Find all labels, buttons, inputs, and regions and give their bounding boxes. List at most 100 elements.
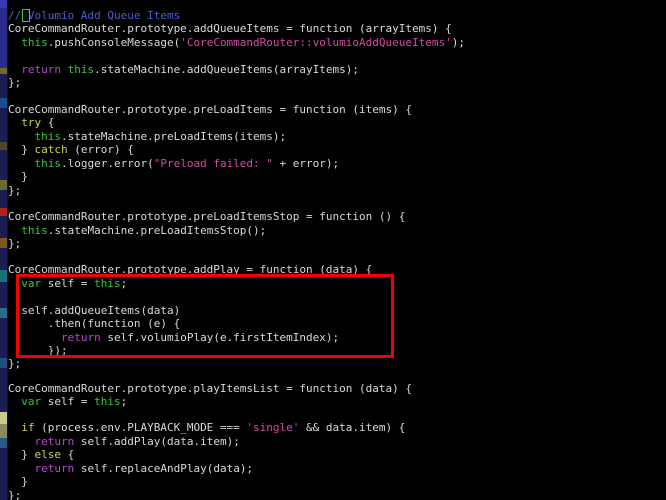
code-line[interactable]: CoreCommandRouter.prototype.addPlay = fu… [8,263,372,276]
code-line[interactable]: this.logger.error("Preload failed: " + e… [8,157,340,170]
code-line[interactable]: } catch (error) { [8,143,134,156]
code-token-keyword: else [34,448,62,461]
code-token-plain: .logger.error( [61,157,154,170]
code-token-this_var: this [21,224,48,237]
code-line[interactable]: }; [8,76,21,89]
code-token-string: 'single' [246,421,300,434]
code-token-this_var: this [34,130,62,143]
code-token-plain: CoreCommandRouter.prototype.addPlay = [8,263,260,276]
code-line[interactable]: CoreCommandRouter.prototype.addQueueItem… [8,22,452,35]
gutter-marker [0,438,7,448]
code-line[interactable]: }; [8,184,21,197]
code-token-keyword: catch [34,143,68,156]
code-token-plain: CoreCommandRouter.prototype.addQueueItem… [8,22,300,35]
code-line[interactable]: }; [8,357,21,370]
code-token-plain: (data) { [352,382,412,395]
code-line[interactable]: if (process.env.PLAYBACK_MODE === 'singl… [8,421,405,434]
code-token-function: function [292,103,346,116]
gutter-marker [0,308,7,318]
code-token-plain: }; [8,76,22,89]
gutter-marker [0,108,7,142]
code-token-plain: (data) { [312,263,373,276]
code-token-plain: } [8,448,35,461]
gutter-marker [0,424,7,438]
code-token-this_var: this [34,157,62,170]
code-line[interactable]: }; [8,237,21,250]
code-line[interactable]: var self = this; [8,395,127,408]
code-token-plain: (items) { [345,103,412,116]
code-token-plain: self.addQueueItems(data) [8,304,181,317]
code-line[interactable]: }); [8,344,68,357]
code-line[interactable]: .then(function (e) { [8,317,180,330]
gutter-marker [0,270,7,282]
code-token-this_var: var [21,395,42,408]
code-token-plain: ); [451,36,465,49]
code-token-plain: } [8,475,28,488]
gutter-marker [0,216,7,238]
code-token-this_var: this [21,36,48,49]
code-token-function: function [87,317,141,330]
code-token-comment: Volumio Add Queue Items [27,9,181,22]
gutter-marker [0,180,7,190]
code-token-comment: // [8,9,28,22]
gutter-marker [0,282,7,308]
code-token-keyword: if [21,421,35,434]
code-line[interactable]: this.pushConsoleMessage('CoreCommandRout… [8,36,465,49]
code-token-plain: }); [8,344,68,357]
gutter-marker [0,368,7,412]
code-token-plain: ; [120,277,128,290]
gutter-marker [0,98,7,108]
code-token-plain: { [41,116,55,129]
code-line[interactable]: CoreCommandRouter.prototype.preLoadItems… [8,103,412,116]
code-line[interactable]: // Volumio Add Queue Items [8,9,180,22]
source-code-area[interactable]: // Volumio Add Queue Items CoreCommandRou… [8,0,666,500]
code-line[interactable]: return this.stateMachine.addQueueItems(a… [8,63,359,76]
code-token-plain: + error); [272,157,340,170]
code-line[interactable]: CoreCommandRouter.prototype.preLoadItems… [8,210,405,223]
code-line[interactable]: return self.replaceAndPlay(data); [8,462,254,475]
code-token-plain: .pushConsoleMessage( [47,36,181,49]
code-token-plain: .stateMachine.addQueueItems(arrayItems); [94,63,360,76]
code-token-string: 'CoreCommandRouter::volumioAddQueueItems… [180,36,452,49]
code-token-plain: (process.env.PLAYBACK_MODE === [34,421,247,434]
code-token-plain: CoreCommandRouter.prototype.preLoadItems… [8,210,320,223]
gutter-marker [0,238,7,248]
code-token-plain: }; [8,489,22,500]
code-token-return: return [34,462,75,475]
gutter-marker [0,412,7,424]
gutter-marker [0,208,7,216]
code-token-plain: CoreCommandRouter.prototype.playItemsLis… [8,382,300,395]
code-token-plain: }; [8,184,22,197]
code-line[interactable]: var self = this; [8,277,127,290]
code-token-plain: .then( [8,317,88,330]
code-line[interactable]: return self.volumioPlay(e.firstItemIndex… [8,331,339,344]
marker-gutter[interactable] [0,0,8,500]
code-token-this_var: this [94,395,121,408]
code-token-plain: { [61,448,75,461]
code-line[interactable]: self.addQueueItems(data) [8,304,180,317]
code-line[interactable]: this.stateMachine.preLoadItemsStop(); [8,224,266,237]
code-token-this_var: this [67,63,95,76]
code-line[interactable]: CoreCommandRouter.prototype.playItemsLis… [8,382,412,395]
code-line[interactable]: } [8,475,28,488]
code-line[interactable]: }; [8,489,21,500]
code-token-plain: && data.item) { [299,421,406,434]
code-line[interactable]: } else { [8,448,74,461]
code-line[interactable]: return self.addPlay(data.item); [8,435,240,448]
gutter-marker [0,150,7,180]
code-line[interactable]: this.stateMachine.preLoadItems(items); [8,130,287,143]
code-line[interactable]: } [8,170,28,183]
code-token-return: return [60,331,101,344]
gutter-marker [0,8,7,68]
code-token-keyword: try [21,116,42,129]
code-line[interactable]: try { [8,116,54,129]
code-token-plain: .stateMachine.preLoadItems(items); [61,130,287,143]
